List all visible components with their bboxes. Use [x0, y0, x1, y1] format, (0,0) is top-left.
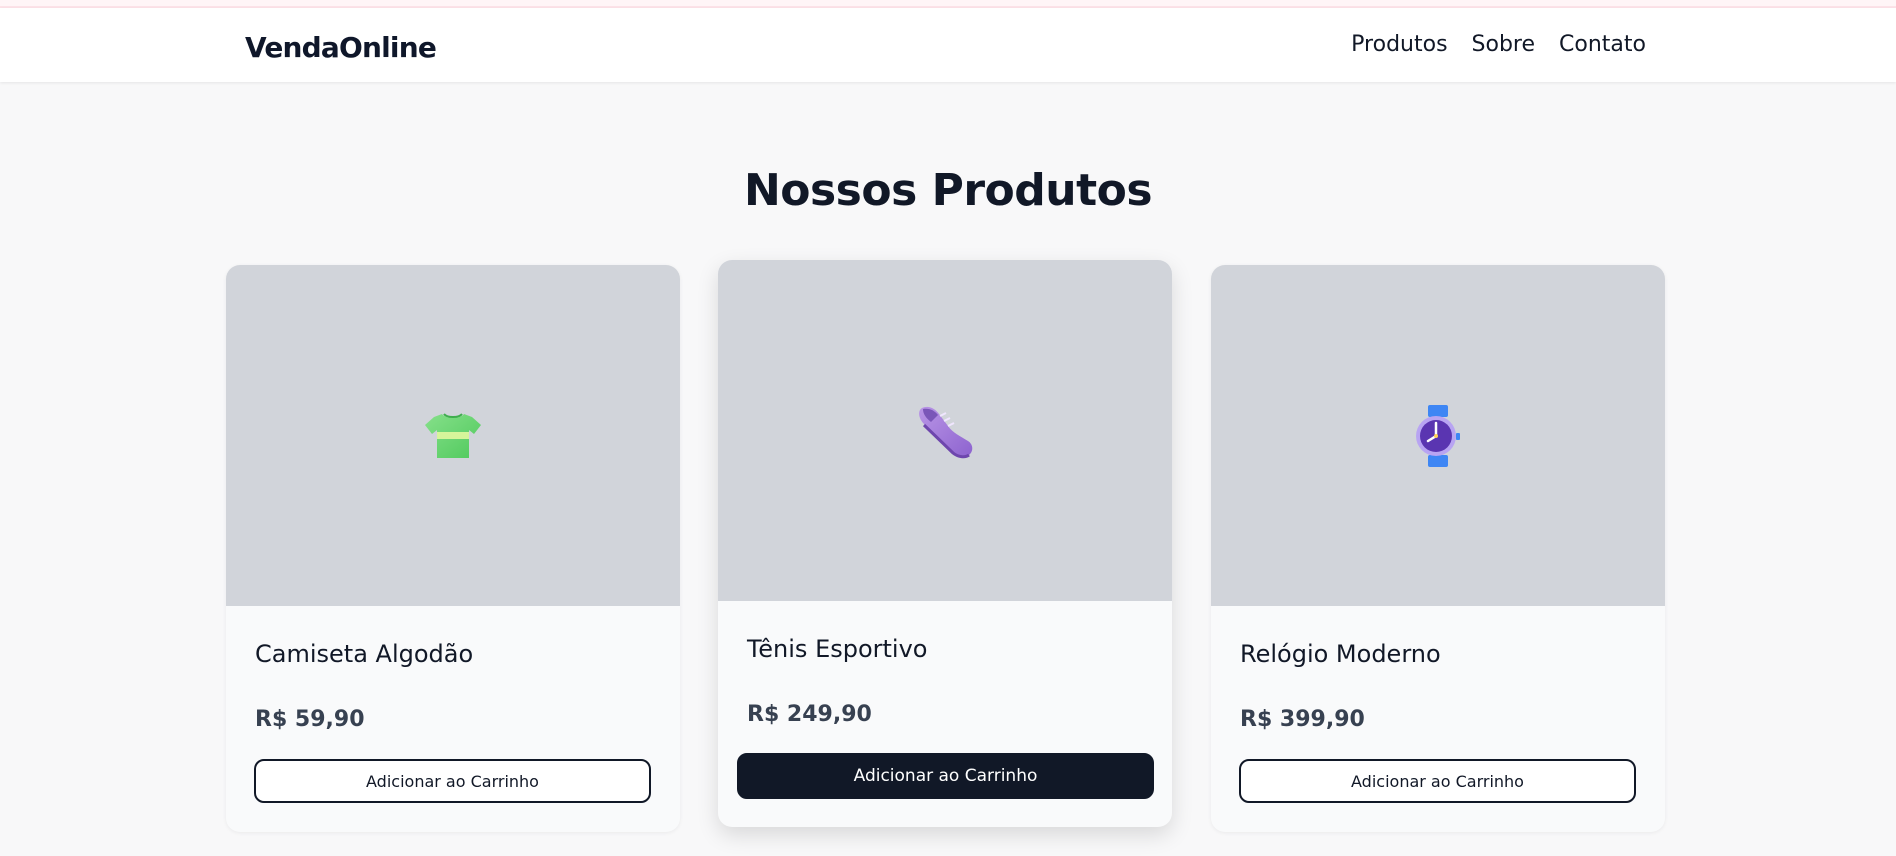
product-card-body: Relógio Moderno R$ 399,90 Adicionar ao C… — [1211, 606, 1665, 832]
sneaker-icon — [914, 402, 976, 460]
tshirt-icon — [424, 412, 482, 460]
product-price: R$ 249,90 — [747, 702, 872, 727]
add-to-cart-button[interactable]: Adicionar ao Carrinho — [737, 753, 1154, 799]
navbar: VendaOnline Produtos Sobre Contato — [0, 8, 1896, 82]
product-card: Tênis Esportivo R$ 249,90 Adicionar ao C… — [718, 260, 1172, 827]
brand-logo[interactable]: VendaOnline — [245, 31, 437, 64]
product-image — [718, 260, 1172, 601]
nav-link-sobre[interactable]: Sobre — [1472, 32, 1536, 57]
products-grid: Camiseta Algodão R$ 59,90 Adicionar ao C… — [226, 260, 1667, 833]
page-title: Nossos Produtos — [743, 165, 1153, 216]
watch-icon — [1414, 404, 1462, 467]
top-accent-strip — [0, 0, 1896, 8]
product-price: R$ 399,90 — [1240, 707, 1365, 732]
product-card-body: Tênis Esportivo R$ 249,90 Adicionar ao C… — [718, 601, 1172, 827]
product-card: Camiseta Algodão R$ 59,90 Adicionar ao C… — [226, 265, 680, 832]
product-image — [1211, 265, 1665, 606]
nav-link-contato[interactable]: Contato — [1559, 32, 1646, 57]
nav-link-produtos[interactable]: Produtos — [1351, 32, 1447, 57]
product-name: Camiseta Algodão — [255, 640, 474, 668]
product-image — [226, 265, 680, 606]
product-name: Relógio Moderno — [1240, 640, 1441, 668]
add-to-cart-button[interactable]: Adicionar ao Carrinho — [254, 759, 651, 803]
product-name: Tênis Esportivo — [747, 635, 928, 663]
product-card-body: Camiseta Algodão R$ 59,90 Adicionar ao C… — [226, 606, 680, 832]
add-to-cart-button[interactable]: Adicionar ao Carrinho — [1239, 759, 1636, 803]
product-price: R$ 59,90 — [255, 707, 365, 732]
nav-links: Produtos Sobre Contato — [1351, 32, 1646, 57]
product-card: Relógio Moderno R$ 399,90 Adicionar ao C… — [1211, 265, 1665, 832]
